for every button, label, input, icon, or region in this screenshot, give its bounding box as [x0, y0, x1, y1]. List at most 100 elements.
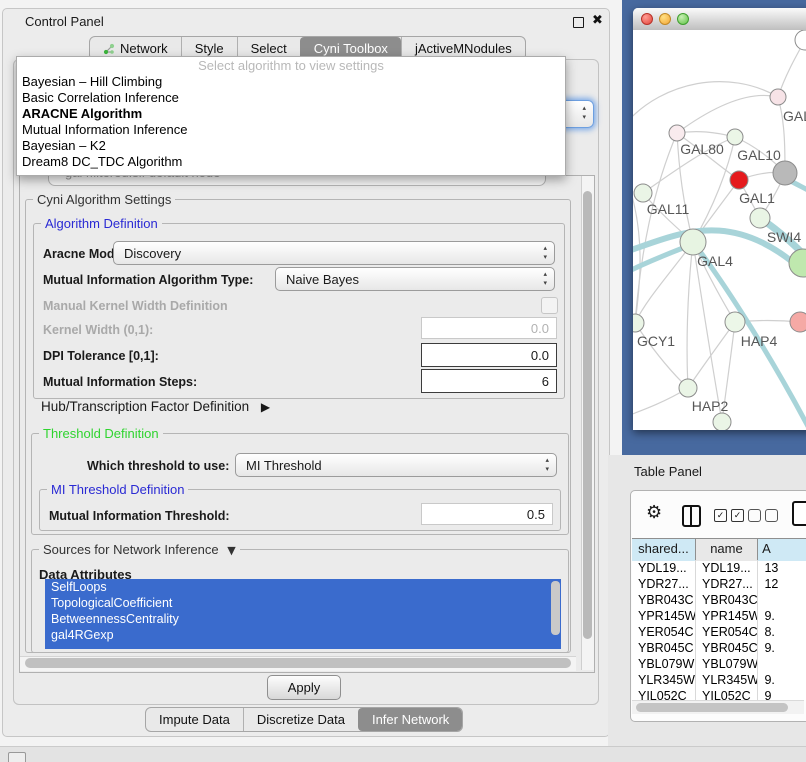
network-node-label: GAL11	[647, 201, 690, 217]
network-node[interactable]	[680, 229, 706, 255]
network-node[interactable]	[679, 379, 697, 397]
table-row[interactable]: YER054CYER054C8.	[632, 624, 806, 640]
zoom-window-icon[interactable]	[677, 13, 689, 25]
network-canvas[interactable]: GAL7GAL80GAL10GAL1GAL11SWI4GAL4GCY1HAP4Y…	[633, 30, 806, 430]
network-edge[interactable]	[677, 132, 735, 137]
aracne-mode-value: Discovery	[124, 246, 181, 261]
network-node[interactable]	[770, 89, 786, 105]
manual-kernel-checkbox[interactable]	[541, 297, 558, 314]
close-window-icon[interactable]	[641, 13, 653, 25]
algorithm-option[interactable]: Basic Correlation Inference	[17, 90, 565, 106]
algorithm-option[interactable]: Bayesian – Hill Climbing	[17, 74, 565, 90]
tab-discretize-data[interactable]: Discretize Data	[243, 708, 358, 731]
minimized-panel-icon[interactable]	[8, 752, 26, 762]
table-row[interactable]: YBR045CYBR045C9.	[632, 640, 806, 656]
apply-button[interactable]: Apply	[267, 675, 341, 700]
horizontal-scrollbar-thumb[interactable]	[25, 658, 571, 668]
mi-threshold-field[interactable]: 0.5	[421, 503, 553, 525]
network-node[interactable]	[725, 312, 745, 332]
network-node[interactable]	[713, 413, 731, 430]
attribute-list-item[interactable]: BetweennessCentrality	[45, 611, 561, 627]
network-node[interactable]	[773, 161, 797, 185]
network-edge[interactable]	[633, 82, 778, 122]
table-cell: YLR345W	[696, 672, 758, 688]
network-edge[interactable]	[635, 133, 677, 323]
algorithm-option[interactable]: ARACNE Algorithm	[17, 106, 565, 122]
aracne-mode-combo[interactable]: Discovery	[113, 241, 555, 265]
table-cell: YER054C	[696, 624, 758, 640]
table-cell: YBR045C	[632, 640, 696, 656]
network-edge[interactable]	[687, 242, 693, 388]
collapse-arrow-icon: ▼	[227, 544, 235, 557]
algorithm-option[interactable]: Mutual Information Inference	[17, 122, 565, 138]
which-threshold-combo[interactable]: MI Threshold	[235, 453, 557, 477]
table-cell: 8.	[758, 624, 806, 640]
network-node[interactable]	[730, 171, 748, 189]
list-scrollbar-thumb[interactable]	[551, 581, 560, 635]
network-node[interactable]	[790, 312, 806, 332]
network-node[interactable]	[669, 125, 685, 141]
table-cell: YPR145W	[632, 608, 696, 624]
network-node[interactable]	[795, 30, 806, 50]
column-layout-icon[interactable]	[682, 505, 701, 527]
close-icon[interactable]: ✖	[592, 12, 603, 28]
vertical-scrollbar-thumb[interactable]	[583, 191, 592, 639]
network-node-label: HAP2	[692, 398, 729, 414]
mi-steps-label: Mutual Information Steps:	[43, 375, 197, 389]
tab-infer-network[interactable]: Infer Network	[358, 708, 462, 731]
network-node[interactable]	[789, 249, 806, 277]
attribute-list-item[interactable]: TopologicalCoefficient	[45, 595, 561, 611]
table-row[interactable]: YLR345WYLR345W9.	[632, 672, 806, 688]
dpi-tolerance-field[interactable]: 0.0	[421, 343, 557, 367]
network-window-titlebar[interactable]	[633, 8, 806, 31]
new-table-icon[interactable]	[792, 501, 806, 526]
network-node[interactable]	[750, 208, 770, 228]
algorithm-option[interactable]: Dream8 DC_TDC Algorithm	[17, 154, 565, 170]
checked-box-icon	[714, 509, 727, 522]
table-cell: YBL079W	[696, 656, 758, 672]
network-edge[interactable]	[693, 242, 722, 422]
minimize-window-icon[interactable]	[659, 13, 671, 25]
tab-impute-data[interactable]: Impute Data	[146, 708, 243, 731]
column-header[interactable]: shared...	[632, 539, 696, 561]
table-horizontal-scrollbar-thumb[interactable]	[636, 703, 788, 712]
network-node[interactable]	[633, 314, 644, 332]
mi-type-combo[interactable]: Naive Bayes	[275, 267, 555, 291]
sources-group-toggle[interactable]: Sources for Network Inference ▼	[39, 542, 240, 557]
float-window-icon[interactable]	[573, 17, 584, 28]
settings-gear-icon[interactable]: ⚙	[646, 502, 662, 524]
manual-kernel-label: Manual Kernel Width Definition	[43, 299, 228, 313]
table-cell: YIL052C	[696, 688, 758, 700]
network-node[interactable]	[634, 184, 652, 202]
network-node-label: SWI4	[767, 229, 801, 245]
mi-steps-field[interactable]: 6	[421, 369, 557, 393]
attribute-list-item[interactable]: gal4RGexp	[45, 627, 561, 643]
column-header[interactable]: name	[696, 539, 758, 561]
deselect-all-checkboxes-icon[interactable]	[748, 509, 778, 522]
group-title: Cyni Algorithm Settings	[33, 192, 175, 207]
table-row[interactable]: YDR27...YDR27...12	[632, 576, 806, 592]
table-cell: YDL19...	[632, 560, 696, 576]
kernel-width-field[interactable]: 0.0	[421, 317, 557, 339]
network-node[interactable]	[727, 129, 743, 145]
algorithm-dropdown-popup: Select algorithm to view settings Bayesi…	[16, 56, 566, 176]
network-edge[interactable]	[677, 95, 778, 133]
tab-label: Infer Network	[372, 708, 449, 731]
table-row[interactable]: YDL19...YDL19...13	[632, 560, 806, 576]
table-row[interactable]: YIL052CYIL052C9	[632, 688, 806, 700]
algorithm-option[interactable]: Bayesian – K2	[17, 138, 565, 154]
column-header[interactable]: A	[758, 539, 806, 561]
table-row[interactable]: YPR145WYPR145W9.	[632, 608, 806, 624]
table-header-row: shared...nameA	[632, 538, 806, 560]
algorithm-dropdown-placeholder: Select algorithm to view settings	[17, 57, 565, 74]
attribute-list-item[interactable]: SelfLoops	[45, 579, 561, 595]
table-cell	[758, 592, 806, 608]
table-horizontal-scrollbar[interactable]	[632, 700, 804, 714]
control-panel-title: Control Panel	[25, 14, 104, 29]
select-all-checkboxes-icon[interactable]	[714, 509, 744, 522]
hub-transcription-section-toggle[interactable]: Hub/Transcription Factor Definition ▶	[41, 399, 270, 414]
which-threshold-value: MI Threshold	[246, 458, 322, 473]
table-row[interactable]: YBL079WYBL079W	[632, 656, 806, 672]
table-row[interactable]: YBR043CYBR043C	[632, 592, 806, 608]
table-cell: 9.	[758, 608, 806, 624]
